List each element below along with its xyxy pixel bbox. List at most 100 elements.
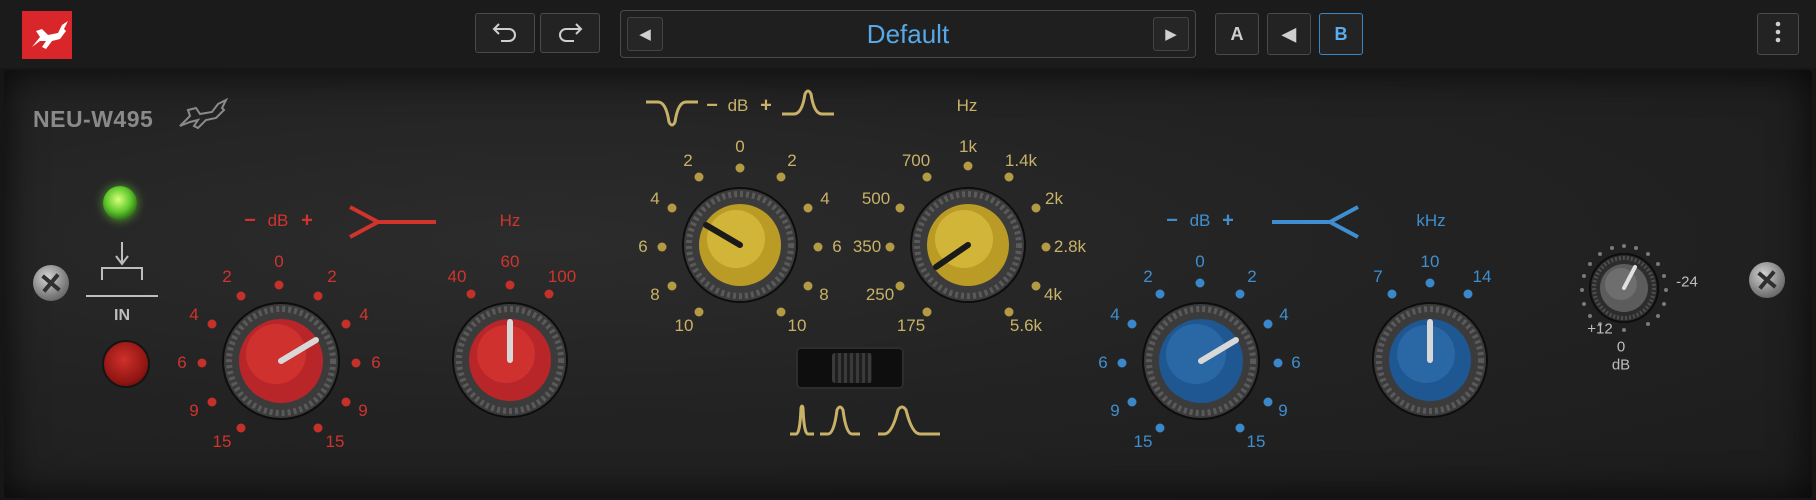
mid-gain-minus: −: [706, 94, 718, 117]
high-freq-header: kHz: [1416, 211, 1446, 230]
q-bandwidth-switch[interactable]: [796, 347, 904, 389]
high-gain-knob[interactable]: [1142, 302, 1260, 420]
undo-icon: [491, 20, 519, 47]
mid-freq-tick: 2k: [1045, 189, 1063, 208]
menu-button[interactable]: [1757, 13, 1799, 55]
high-gain-tick: 6: [1098, 353, 1108, 372]
tick-dot: [313, 291, 323, 301]
undo-button[interactable]: [475, 13, 535, 53]
prev-preset-button[interactable]: ◀: [627, 17, 663, 51]
tick-dot: [236, 423, 246, 433]
redo-icon: [556, 20, 584, 47]
antelope-logo-icon: [22, 11, 72, 59]
tick-dot: [1273, 358, 1283, 368]
low-gain-tick: 15: [212, 432, 232, 451]
mid-freq-tick: 5.6k: [1009, 316, 1043, 335]
slot-b-button[interactable]: B: [1319, 13, 1363, 55]
tick-dot: [1263, 319, 1273, 329]
tick-dot: [1155, 423, 1165, 433]
mid-gain-tick: 10: [674, 316, 694, 335]
tick-dot: [1425, 278, 1435, 288]
tick-dot: [1004, 307, 1014, 317]
mid-freq-tick: 1.4k: [1004, 151, 1038, 170]
in-label: IN: [114, 307, 130, 324]
high-freq-tick: 14: [1472, 267, 1492, 286]
next-preset-button[interactable]: ▶: [1153, 17, 1189, 51]
peak-curve-icon: [780, 86, 836, 127]
tick-dot: [776, 307, 786, 317]
redo-button[interactable]: [540, 13, 600, 53]
tick-dot: [341, 397, 351, 407]
arrow-left-icon: ◀: [1282, 23, 1296, 44]
mid-freq-header: Hz: [956, 96, 978, 115]
high-freq-knob[interactable]: [1372, 302, 1488, 418]
tick-dot: [813, 242, 823, 252]
high-gain-tick: 9: [1278, 401, 1288, 420]
tick-dot: [1127, 319, 1137, 329]
tick-dot: [776, 172, 786, 182]
mid-gain-plus: +: [760, 94, 772, 117]
preset-selector[interactable]: ◀ Default ▶: [620, 10, 1196, 58]
q-switch-lever[interactable]: [832, 353, 872, 383]
right-screw-icon: [1749, 262, 1785, 298]
output-max-label: -24: [1676, 273, 1698, 291]
low-gain-tick: 9: [189, 401, 199, 420]
mid-freq-tick: 500: [861, 189, 891, 208]
low-gain-knob[interactable]: [222, 302, 340, 420]
in-switch-icon: [84, 240, 160, 305]
output-level-knob[interactable]: [1589, 253, 1659, 323]
preset-name[interactable]: Default: [671, 11, 1145, 57]
low-freq-knob[interactable]: [452, 302, 568, 418]
notch-curve-icon: [644, 94, 700, 135]
power-led-indicator: [103, 186, 137, 220]
high-gain-plus: +: [1222, 209, 1234, 232]
tick-dot: [351, 358, 361, 368]
mid-freq-tick: 2.8k: [1053, 237, 1087, 256]
mid-gain-tick: 4: [820, 189, 830, 208]
tick-dot: [313, 423, 323, 433]
tick-dot: [922, 172, 932, 182]
high-freq-tick: 7: [1373, 267, 1383, 286]
tick-dot: [466, 289, 476, 299]
tick-dot: [274, 280, 284, 290]
tick-dot: [885, 242, 895, 252]
tick-dot: [1195, 278, 1205, 288]
low-gain-plus: +: [301, 209, 313, 232]
high-gain-db-label: dB: [1189, 211, 1211, 230]
tick-dot: [895, 281, 905, 291]
mid-gain-tick: 6: [638, 237, 648, 256]
tick-dot: [657, 242, 667, 252]
tick-dot: [667, 203, 677, 213]
tick-dot: [544, 289, 554, 299]
mid-freq-knob[interactable]: [910, 187, 1026, 303]
tick-dot: [694, 172, 704, 182]
antelope-deer-icon: [176, 94, 230, 137]
high-gain-tick: 9: [1110, 401, 1120, 420]
slot-a-button[interactable]: A: [1215, 13, 1259, 55]
tick-dot: [207, 319, 217, 329]
copy-b-to-a-button[interactable]: ◀: [1267, 13, 1311, 55]
high-gain-tick: 4: [1110, 305, 1120, 324]
tick-dot: [1117, 358, 1127, 368]
tick-dot: [694, 307, 704, 317]
mid-gain-tick: 2: [787, 151, 797, 170]
mid-gain-tick: 8: [650, 285, 660, 304]
mid-freq-tick: 350: [852, 237, 882, 256]
low-gain-tick: 4: [359, 305, 369, 324]
high-gain-tick: 2: [1143, 267, 1153, 286]
tick-dot: [667, 281, 677, 291]
mid-gain-knob[interactable]: [682, 187, 798, 303]
plugin-name: NEU-W495: [33, 106, 154, 132]
tick-dot: [341, 319, 351, 329]
tick-dot: [505, 280, 515, 290]
high-gain-tick: 0: [1195, 252, 1205, 271]
in-bypass-button[interactable]: [102, 340, 150, 388]
low-gain-tick: 2: [327, 267, 337, 286]
tick-dot: [963, 161, 973, 171]
q-curves-icon: [788, 402, 944, 443]
low-gain-tick: 0: [274, 252, 284, 271]
mid-gain-tick: 2: [683, 151, 693, 170]
tick-dot: [1263, 397, 1273, 407]
tick-dot: [803, 281, 813, 291]
low-freq-header: Hz: [499, 211, 521, 230]
